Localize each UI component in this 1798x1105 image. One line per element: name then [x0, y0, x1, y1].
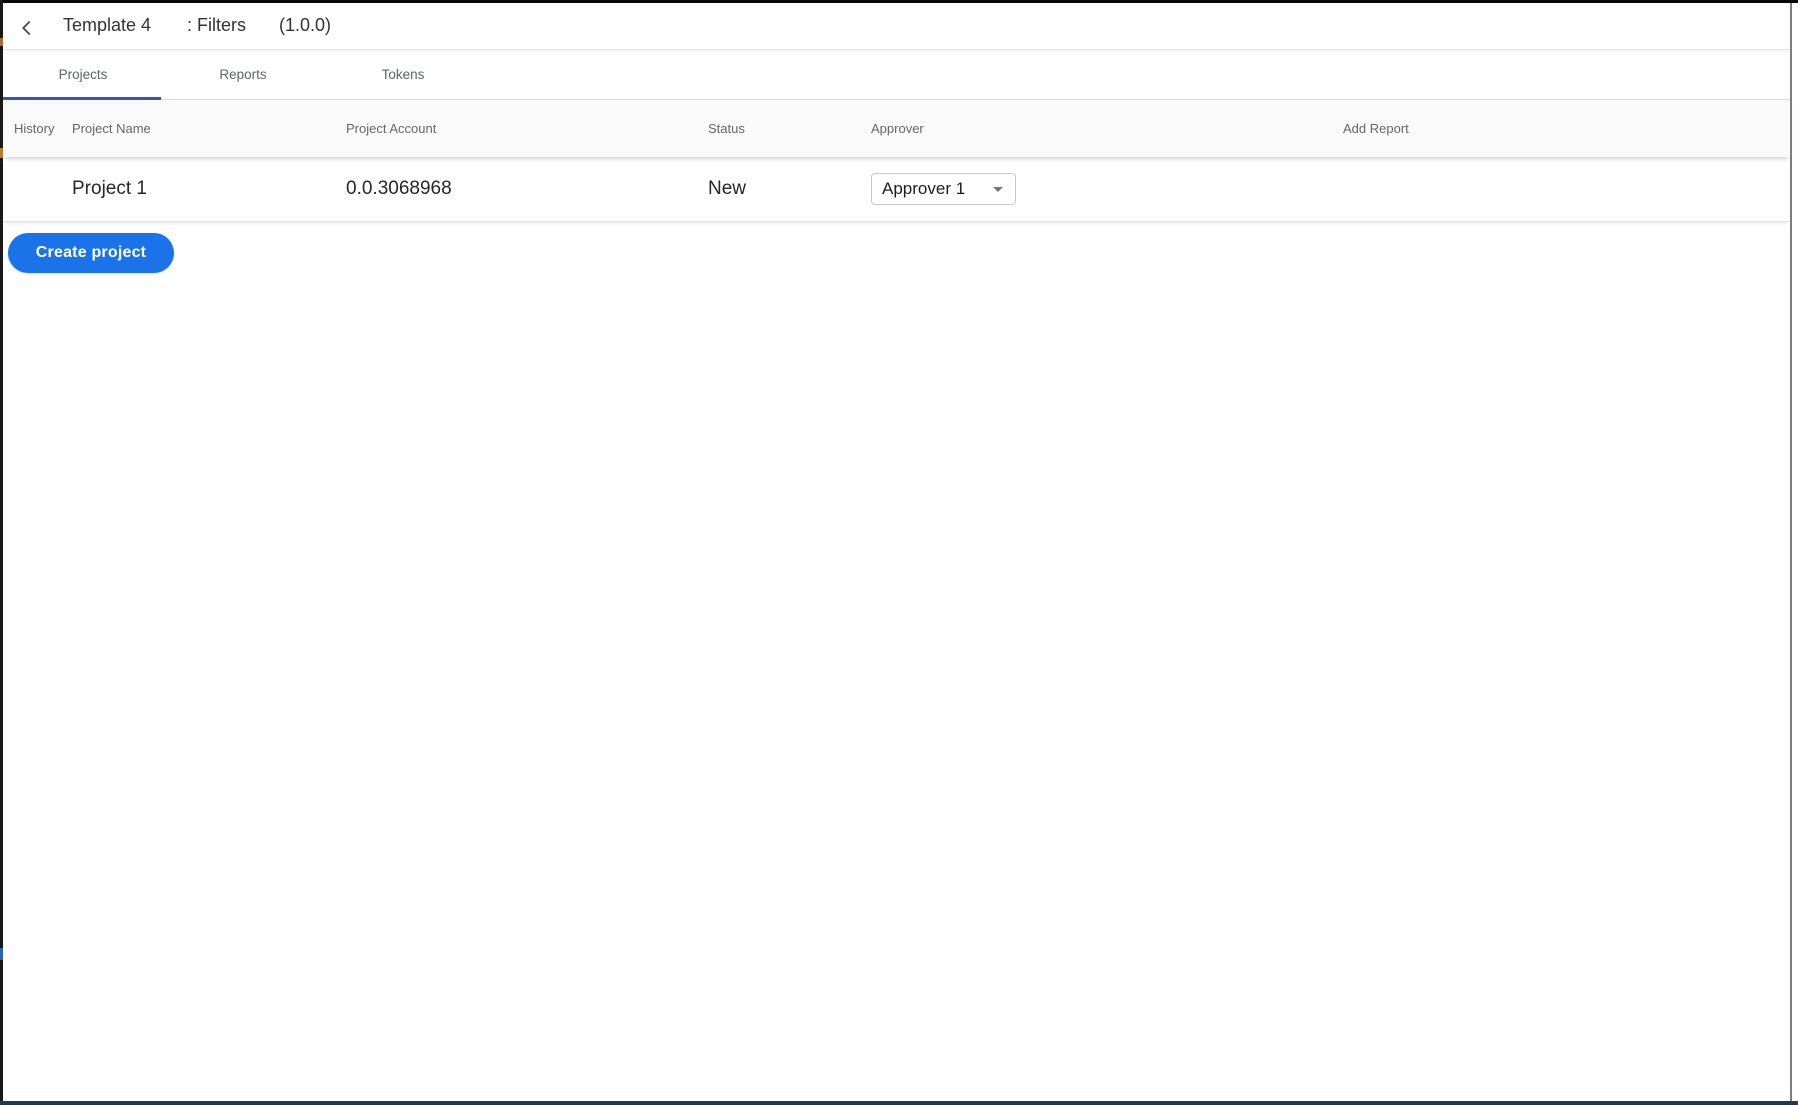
active-tab-indicator [3, 97, 161, 100]
window-edge-bottom [0, 1101, 1798, 1105]
edge-speck [0, 38, 3, 46]
project-account-cell: 0.0.3068968 [346, 178, 452, 199]
tab-label: Tokens [381, 67, 425, 82]
projects-table-header: History Project Name Project Account Sta… [3, 100, 1790, 157]
tab-label: Projects [58, 67, 108, 82]
chevron-left-icon [18, 19, 36, 37]
status-cell: New [708, 178, 747, 199]
column-header-approver: Approver [871, 121, 924, 136]
project-name-cell: Project 1 [72, 178, 147, 199]
column-header-status: Status [708, 121, 745, 136]
window-edge-right [1790, 0, 1792, 1101]
column-header-project-name: Project Name [72, 121, 151, 136]
edge-speck [0, 148, 3, 158]
chevron-down-icon [993, 186, 1003, 192]
tab-tokens[interactable]: Tokens [323, 50, 483, 99]
page-title: Template 4 [63, 15, 152, 35]
back-button[interactable] [13, 14, 41, 42]
tab-bar: Projects Reports Tokens [3, 50, 1790, 100]
column-header-project-account: Project Account [346, 121, 437, 136]
tab-projects[interactable]: Projects [3, 50, 163, 100]
create-project-button[interactable]: Create project [8, 233, 174, 273]
window-edge-left [0, 0, 3, 1105]
approver-select-value: Approver 1 [882, 179, 966, 198]
approver-cell: Approver 1 [871, 173, 1343, 205]
column-header-history: History [14, 121, 55, 136]
page-subtitle: : Filters [187, 15, 247, 35]
edge-speck [0, 948, 3, 960]
tab-reports[interactable]: Reports [163, 50, 323, 99]
tab-label: Reports [219, 67, 267, 82]
approver-select[interactable]: Approver 1 [871, 173, 1016, 205]
app-bar: Template 4 : Filters (1.0.0) [3, 3, 1790, 50]
template-version: (1.0.0) [279, 15, 332, 35]
window-edge-top [0, 0, 1798, 3]
table-row: Project 1 0.0.3068968 New Approver 1 [3, 157, 1790, 222]
column-header-add-report: Add Report [1343, 121, 1409, 136]
